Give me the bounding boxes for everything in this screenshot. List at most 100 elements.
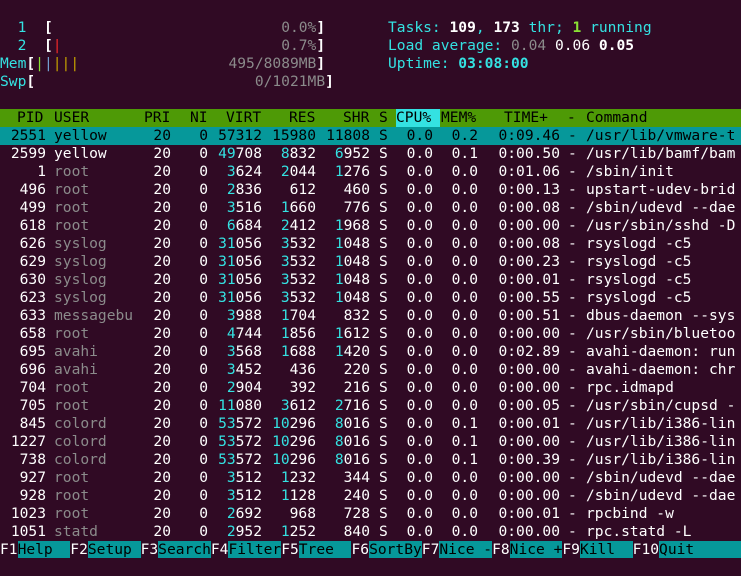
cell-ni: 0 [199, 415, 208, 432]
cell-virt: 11080 [218, 397, 262, 414]
cell-user: statd [54, 523, 98, 540]
cell-cpu: 0.0 [406, 181, 433, 198]
cell-pri: 20 [153, 487, 171, 504]
table-row[interactable]: 1 root 20 0 3624 2044 1276 S 0.0 0.0 0:01.06-/sbin… [0, 163, 741, 181]
table-row[interactable]: 496 root 20 0 2836 612 460 S 0.0 0.0 0:00.13- upsta… [0, 181, 741, 199]
cell-pid: 629 [19, 253, 46, 270]
col-ni[interactable]: NI [190, 109, 208, 127]
cell-shr: 1420 [334, 343, 370, 360]
meters-panel: 1 [ 0.0%] 2 [| 0.7%] Mem[||||| 495/8089M… [0, 19, 741, 91]
cell-command: avahi-daemon: chr [586, 361, 736, 378]
table-row[interactable]: 1023 root 20 0 2692 968 728 S 0.0 0.0 0:00.01- rpcb… [0, 505, 741, 523]
cell-command: rsyslogd -c5 [586, 289, 692, 306]
table-row[interactable]: 1051 statd 20 0 2952 1252 840 S 0.0 0.0 0:00.00- rp… [0, 523, 741, 541]
cell-ni: 0 [199, 451, 208, 468]
cell-dash: - [568, 397, 577, 414]
table-row[interactable]: 626 syslog 20 0 31056 3532 1048 S 0.0 0.0 0:00.08-… [0, 235, 741, 253]
table-row[interactable]: 927 root 20 0 3512 1232 344 S 0.0 0.0 0:00.00-/sbi… [0, 469, 741, 487]
swp-meter: Swp[ 0/1021MB] [0, 73, 334, 90]
cell-ni: 0 [199, 433, 208, 450]
col-command[interactable]: Command [586, 109, 648, 127]
col-pid[interactable]: PID [17, 109, 43, 127]
col-virt[interactable]: VIRT [226, 109, 261, 127]
cell-shr: 8016 [334, 415, 370, 432]
table-row[interactable]: 630 syslog 20 0 31056 3532 1048 S 0.0 0.0 0:00.01-… [0, 271, 741, 289]
table-row[interactable]: 658 root 20 0 4744 1856 1612 S 0.0 0.0 0:00.00-/us… [0, 325, 741, 343]
cell-time: 0:00.00 [498, 487, 560, 504]
table-row[interactable]: 2599 yellow 20 0 49708 8832 6952 S 0.0 0.1 0:00.50… [0, 145, 741, 163]
col-mem[interactable]: MEM% [441, 109, 476, 127]
table-row[interactable]: 705 root 20 0 11080 3612 2716 S 0.0 0.0 0:00.05-/u… [0, 397, 741, 415]
cell-user: root [54, 469, 90, 486]
fkey-f5[interactable]: F5 [281, 541, 299, 558]
table-row[interactable]: 499 root 20 0 3516 1660 776 S 0.0 0.0 0:00.08-/sbi… [0, 199, 741, 217]
cell-res: 2044 [280, 163, 316, 180]
cell-pri: 20 [153, 415, 171, 432]
cell-command: /usr/lib/bamf/bam [586, 145, 736, 162]
table-row[interactable]: 2551 yellow 20 0 57312 15980 11808 S 0.0 0.2 0:09.… [0, 127, 741, 145]
table-row[interactable]: 928 root 20 0 3512 1128 240 S 0.0 0.0 0:00.00-/sbi… [0, 487, 741, 505]
table-row[interactable]: 704 root 20 0 2904 392 216 S 0.0 0.0 0:00.00- rpc.i… [0, 379, 741, 397]
fkey-f9[interactable]: F9 [562, 541, 580, 558]
fkey-label-f3[interactable]: Search [158, 541, 211, 558]
cell-pid: 704 [19, 379, 46, 396]
fkey-label-f7[interactable]: Nice - [439, 541, 493, 558]
table-row[interactable]: 845 colord 20 0 53572 10296 8016 S 0.0 0.1 0:00.01… [0, 415, 741, 433]
fkey-label-f9[interactable]: Kill [579, 541, 633, 558]
cell-ni: 0 [199, 469, 208, 486]
cell-state: S [379, 343, 388, 360]
cell-ni: 0 [199, 163, 208, 180]
threads-count: 173 [493, 19, 520, 36]
table-row[interactable]: 623 syslog 20 0 31056 3532 1048 S 0.0 0.0 0:00.55-… [0, 289, 741, 307]
table-row[interactable]: 695 avahi 20 0 3568 1688 1420 S 0.0 0.0 0:02.89- av… [0, 343, 741, 361]
col-pri[interactable]: PRI [144, 109, 170, 127]
cell-pid: 1227 [10, 433, 46, 450]
fkey-f1[interactable]: F1 [0, 541, 18, 558]
table-row[interactable]: 738 colord 20 0 53572 10296 8016 S 0.0 0.1 0:00.39… [0, 451, 741, 469]
cell-virt: 53572 [218, 415, 262, 432]
cell-user: root [54, 199, 90, 216]
col-user[interactable]: USER [54, 109, 89, 127]
fkey-f2[interactable]: F2 [70, 541, 88, 558]
cell-command: /sbin/udevd --dae [586, 487, 736, 504]
uptime-value: 03:08:00 [458, 55, 529, 72]
table-row[interactable]: 696 avahi 20 0 3452 436 220 S 0.0 0.0 0:00.00- avah… [0, 361, 741, 379]
cell-mem: 0.0 [451, 271, 478, 288]
table-row[interactable]: 1227 colord 20 0 53572 10296 8016 S 0.0 0.1 0:00.0… [0, 433, 741, 451]
col-cpu[interactable]: CPU% [396, 109, 440, 127]
load1: 0.04 [511, 37, 547, 54]
fkey-label-f6[interactable]: SortBy [369, 541, 422, 558]
cell-mem: 0.0 [451, 325, 478, 342]
cell-pri: 20 [153, 433, 171, 450]
fkey-f3[interactable]: F3 [141, 541, 159, 558]
fkey-f7[interactable]: F7 [422, 541, 440, 558]
fkey-label-f1[interactable]: Help [17, 541, 71, 558]
col-s[interactable]: S [379, 109, 388, 127]
cell-user: syslog [54, 271, 107, 288]
col-time[interactable]: TIME+ [504, 109, 548, 127]
fkey-f10[interactable]: F10 [633, 541, 659, 558]
fkey-f6[interactable]: F6 [351, 541, 369, 558]
table-row[interactable]: 629 syslog 20 0 31056 3532 1048 S 0.0 0.0 0:00.23-… [0, 253, 741, 271]
fkey-label-f8[interactable]: Nice + [509, 541, 563, 558]
fkey-label-f10[interactable]: Quit [659, 541, 712, 558]
fkey-f4[interactable]: F4 [211, 541, 229, 558]
fkey-label-f5[interactable]: Tree [298, 541, 352, 558]
fkey-label-f4[interactable]: Filter [228, 541, 282, 558]
fkey-label-f2[interactable]: Setup [87, 541, 141, 558]
cell-shr: 1276 [334, 163, 370, 180]
table-row[interactable]: 618 root 20 0 6684 2412 1968 S 0.0 0.0 0:00.00-/us… [0, 217, 741, 235]
cell-mem: 0.1 [451, 145, 478, 162]
cell-command: /usr/lib/i386-lin [586, 451, 736, 468]
cell-command: /usr/sbin/cupsd - [586, 397, 736, 414]
table-row[interactable]: 633 messagebu 20 0 3988 1704 832 S 0.0 0.0 0:00.51… [0, 307, 741, 325]
col-res[interactable]: RES [289, 109, 315, 127]
cell-mem: 0.0 [451, 163, 478, 180]
fkey-f8[interactable]: F8 [492, 541, 510, 558]
col-shr[interactable]: SHR [343, 109, 369, 127]
cell-res: 1660 [280, 199, 316, 216]
cell-virt: 2952 [226, 523, 262, 540]
cell-mem: 0.1 [451, 415, 478, 432]
cell-pri: 20 [153, 451, 171, 468]
cell-user: yellow [54, 127, 107, 144]
